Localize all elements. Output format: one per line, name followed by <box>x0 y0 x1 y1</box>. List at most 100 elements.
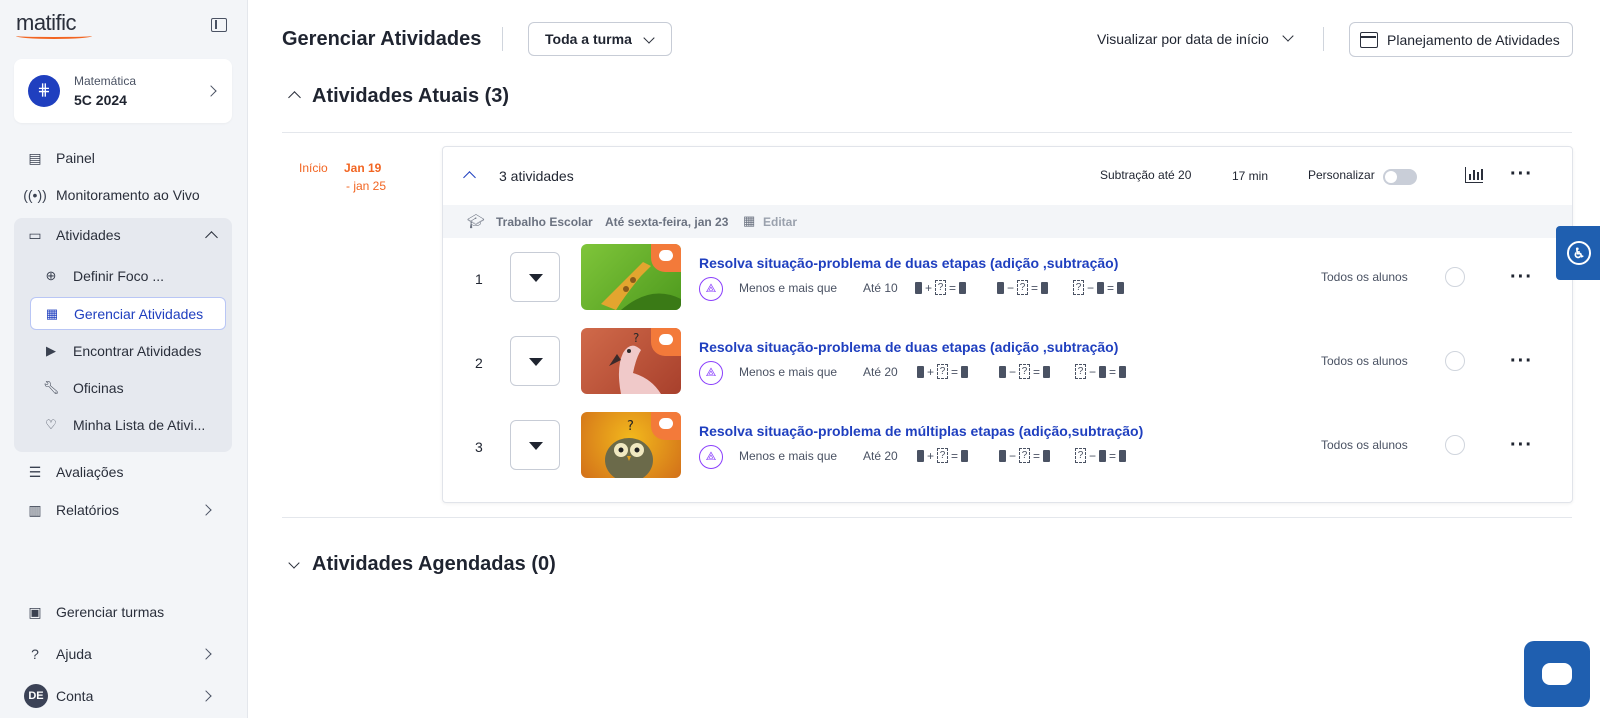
equation-pattern-1: +? = <box>917 364 969 379</box>
group-topic: Subtração até 20 <box>1100 168 1192 182</box>
share-icon[interactable]: ⟁ <box>699 445 723 469</box>
page-title: Gerenciar Atividades <box>282 28 482 50</box>
eq-minus: − <box>1089 448 1097 463</box>
activity-title[interactable]: Resolva situação-problema de múltiplas e… <box>699 423 1143 439</box>
activity-range: Até 10 <box>863 281 898 295</box>
collapse-group-icon[interactable] <box>463 171 476 184</box>
activity-skill: Menos e mais que <box>739 281 838 295</box>
current-activities-title: Atividades Atuais (3) <box>312 85 510 107</box>
sidebar-item-assessments[interactable]: ☰ Avaliações <box>14 455 232 489</box>
support-chat-button[interactable] <box>1524 641 1590 707</box>
equation-pattern-2: −? = <box>999 448 1051 463</box>
sidebar-item-label: Monitoramento ao Vivo <box>56 187 200 203</box>
sidebar-item-painel[interactable]: ▤ Painel <box>14 141 232 175</box>
broadcast-icon: ((•)) <box>23 187 47 203</box>
activity-group-card: 3 atividades Subtração até 20 17 min Per… <box>442 146 1573 503</box>
expand-scheduled-icon[interactable] <box>288 557 300 569</box>
activity-range: Até 20 <box>863 365 898 379</box>
assignment-type: Trabalho Escolar <box>496 215 593 229</box>
bar-chart-icon[interactable] <box>1465 167 1483 183</box>
activity-skill: Menos e mais que <box>739 365 838 379</box>
activity-thumbnail-flamingo[interactable]: ? <box>581 328 681 394</box>
personalize-toggle[interactable] <box>1383 169 1417 185</box>
caret-down-icon <box>529 274 543 282</box>
play-circle-icon: ▶ <box>46 342 56 358</box>
view-by-dropdown[interactable]: Visualizar por data de início <box>1097 31 1269 47</box>
accessibility-icon: ♿︎ <box>1567 241 1591 265</box>
activity-more-icon[interactable]: ··· <box>1510 435 1533 455</box>
sidebar-item-my-list[interactable]: ♡ Minha Lista de Ativi... <box>30 408 226 441</box>
eq-equals: = <box>1109 364 1117 379</box>
sidebar-item-manage-activities[interactable]: ▦ Gerenciar Atividades <box>30 297 226 330</box>
equation-pattern-3: ? − = <box>1075 448 1127 463</box>
sidebar-item-label: Oficinas <box>73 379 124 396</box>
chat-bubble-icon <box>651 244 681 272</box>
equation-pattern-1: +? = <box>917 448 969 463</box>
activity-planning-button[interactable]: Planejamento de Atividades <box>1349 22 1573 57</box>
svg-text:?: ? <box>627 419 634 434</box>
chevron-right-icon <box>200 504 212 516</box>
bar-chart-icon: ▥ <box>28 501 42 518</box>
due-date: Até sexta-feira, jan 23 <box>605 215 729 229</box>
eq-unknown: ? <box>935 280 947 295</box>
class-selector-card[interactable]: ⋕ Matemática 5C 2024 <box>14 59 232 123</box>
group-duration: 17 min <box>1232 169 1269 183</box>
eq-equals: = <box>1033 448 1041 463</box>
chevron-down-icon <box>643 32 655 44</box>
equation-pattern-1: +? = <box>915 280 967 295</box>
graduation-cap-icon: 🎓︎ <box>467 213 485 229</box>
assignment-info-bar: 🎓︎ Trabalho Escolar Até sexta-feira, jan… <box>443 205 1572 238</box>
sidebar-item-reports[interactable]: ▥ Relatórios <box>14 493 232 527</box>
activity-more-icon[interactable]: ··· <box>1510 267 1533 287</box>
row-number: 1 <box>475 271 483 287</box>
sidebar-item-workshops[interactable]: 🔧︎ Oficinas <box>30 371 226 404</box>
activity-more-icon[interactable]: ··· <box>1510 351 1533 371</box>
sidebar-item-find-activities[interactable]: ▶ Encontrar Atividades <box>30 334 226 367</box>
eq-equals: = <box>1107 280 1115 295</box>
chat-icon <box>1542 663 1572 685</box>
eq-plus: + <box>927 364 935 379</box>
eq-equals: = <box>1031 280 1039 295</box>
sidebar-item-label: Relatórios <box>56 502 120 518</box>
share-icon[interactable]: ⟁ <box>699 361 723 385</box>
sidebar-item-account[interactable]: DE Conta <box>14 679 232 713</box>
help-icon: ? <box>31 646 39 662</box>
status-radio[interactable] <box>1445 435 1465 455</box>
class-badge-icon: ⋕ <box>28 75 60 107</box>
sidebar-item-set-focus[interactable]: ⊕ Definir Foco ... <box>30 259 226 292</box>
edit-link[interactable]: Editar <box>763 215 797 229</box>
expand-activity-button[interactable] <box>510 252 560 302</box>
class-filter-dropdown[interactable]: Toda a turma <box>528 22 672 56</box>
divider <box>502 27 503 51</box>
share-icon[interactable]: ⟁ <box>699 277 723 301</box>
activity-count: 3 atividades <box>499 168 574 184</box>
sidebar-collapse-icon[interactable] <box>211 18 227 32</box>
dashboard-icon: ▤ <box>28 149 42 166</box>
sidebar-item-help[interactable]: ? Ajuda <box>14 637 232 671</box>
expand-activity-button[interactable] <box>510 420 560 470</box>
eq-minus: − <box>1087 280 1095 295</box>
activity-title[interactable]: Resolva situação-problema de duas etapas… <box>699 255 1118 271</box>
class-subject: Matemática <box>74 74 137 88</box>
sidebar-item-live-monitoring[interactable]: ((•)) Monitoramento ao Vivo <box>14 178 232 212</box>
group-more-icon[interactable]: ··· <box>1510 164 1533 184</box>
chevron-down-icon[interactable] <box>1282 30 1294 42</box>
collapse-current-icon[interactable] <box>288 91 301 104</box>
activity-thumbnail-owl[interactable]: ? <box>581 412 681 478</box>
status-radio[interactable] <box>1445 267 1465 287</box>
activity-title[interactable]: Resolva situação-problema de duas etapas… <box>699 339 1118 355</box>
activity-thumbnail-giraffe[interactable] <box>581 244 681 310</box>
eq-unknown: ? <box>1073 280 1084 295</box>
caret-down-icon <box>529 358 543 366</box>
sidebar-item-manage-classes[interactable]: ▣ Gerenciar turmas <box>14 595 232 629</box>
calendar-edit-icon <box>1360 32 1378 48</box>
accessibility-button[interactable]: ♿︎ <box>1556 226 1600 280</box>
sidebar-item-activities[interactable]: ▭ Atividades <box>14 218 232 252</box>
eq-unknown: ? <box>1019 364 1031 379</box>
sidebar-item-label: Definir Foco ... <box>73 267 165 284</box>
eq-equals: = <box>951 448 959 463</box>
checklist-icon: ☰ <box>28 463 42 480</box>
status-radio[interactable] <box>1445 351 1465 371</box>
expand-activity-button[interactable] <box>510 336 560 386</box>
chevron-right-icon <box>205 85 217 97</box>
